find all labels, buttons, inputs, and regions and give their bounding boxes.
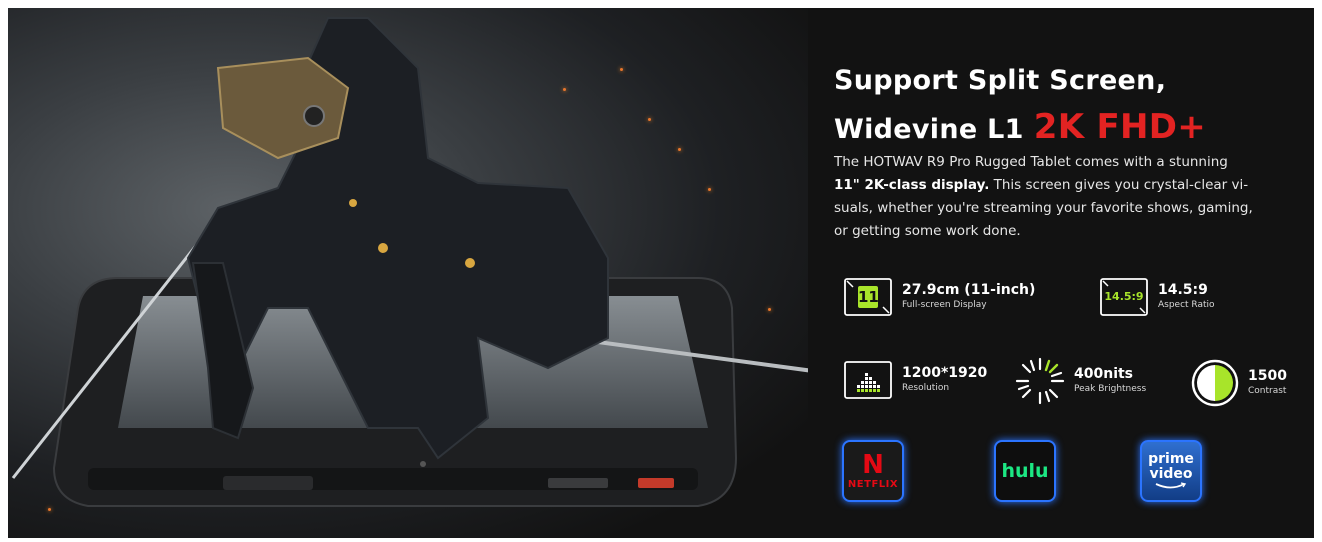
headline-widevine: Widevine L1 xyxy=(834,114,1024,145)
screen-size-icon: 11 xyxy=(844,278,892,316)
spec-brightness: 400nits Peak Brightness xyxy=(1014,356,1146,406)
brightness-icon xyxy=(1014,356,1066,406)
description-bold: 11" 2K-class display. xyxy=(834,177,990,193)
description-part-1: The HOTWAV R9 Pro Rugged Tablet comes wi… xyxy=(834,154,1228,170)
headline-line-2: Widevine L1 2K FHD+ xyxy=(834,104,1206,153)
netflix-wordmark: NETFLIX xyxy=(847,479,899,490)
spec-text: 1500 Contrast xyxy=(1248,368,1287,398)
headline: Support Split Screen, Widevine L1 2K FHD+ xyxy=(834,58,1206,153)
netflix-n-letter: N xyxy=(862,450,884,480)
spec-text: 400nits Peak Brightness xyxy=(1074,366,1146,396)
smile-arrow-icon xyxy=(1155,482,1187,489)
spec-resolution: 1200*1920 Resolution xyxy=(844,361,987,399)
spec-screen-size: 11 27.9cm (11-inch) Full-screen Display xyxy=(844,278,1035,316)
spec-value: 1200*1920 xyxy=(902,365,988,381)
spec-value: 1500 xyxy=(1248,368,1287,384)
feature-copy: Support Split Screen, Widevine L1 2K FHD+… xyxy=(834,8,1304,538)
spec-value: 27.9cm (11-inch) xyxy=(902,282,1036,298)
spec-contrast: 1500 Contrast xyxy=(1190,358,1287,408)
spec-aspect-ratio: 14.5:9 14.5:9 Aspect Ratio xyxy=(1100,278,1215,316)
spec-caption: Resolution xyxy=(902,383,950,393)
video-wordmark: video xyxy=(1149,466,1193,482)
hulu-logo: hulu xyxy=(994,440,1056,502)
spec-caption: Aspect Ratio xyxy=(1158,300,1215,310)
resolution-icon xyxy=(844,361,892,399)
netflix-logo: N NETFLIX xyxy=(842,440,904,502)
description: The HOTWAV R9 Pro Rugged Tablet comes wi… xyxy=(834,151,1254,243)
spec-text: 1200*1920 Resolution xyxy=(902,365,987,395)
screen-size-icon-label: 11 xyxy=(858,288,879,306)
contrast-icon xyxy=(1190,358,1240,408)
prime-wordmark: prime xyxy=(1148,451,1194,467)
promo-banner: Support Split Screen, Widevine L1 2K FHD+… xyxy=(8,8,1314,538)
aspect-ratio-icon-label: 14.5:9 xyxy=(1104,290,1144,303)
headline-accent: 2K FHD+ xyxy=(1033,107,1207,147)
spec-caption: Peak Brightness xyxy=(1074,384,1147,394)
hero-artwork xyxy=(8,8,808,538)
spec-value: 400nits xyxy=(1074,366,1134,382)
spec-text: 14.5:9 Aspect Ratio xyxy=(1158,282,1215,312)
spec-caption: Contrast xyxy=(1248,386,1287,396)
aspect-ratio-icon: 14.5:9 xyxy=(1100,278,1148,316)
spec-value: 14.5:9 xyxy=(1158,282,1208,298)
headline-line-1: Support Split Screen, xyxy=(834,65,1167,96)
prime-video-logo: prime video xyxy=(1140,440,1202,502)
spec-caption: Full-screen Display xyxy=(902,300,987,310)
robot-soldier-figure xyxy=(11,17,808,479)
hulu-wordmark: hulu xyxy=(1001,460,1049,482)
spec-text: 27.9cm (11-inch) Full-screen Display xyxy=(902,282,1035,312)
